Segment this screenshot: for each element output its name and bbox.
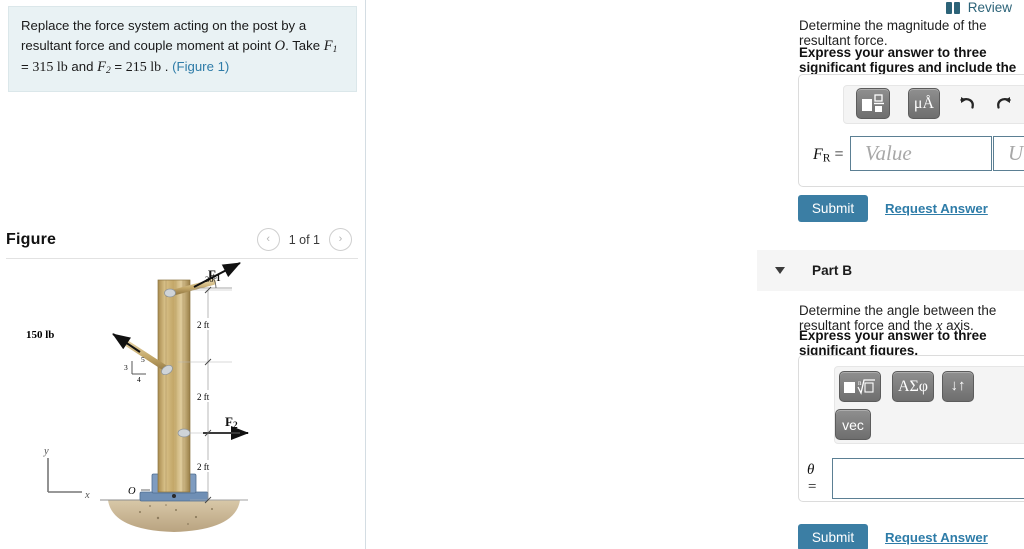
prompt-f1-symbol: F	[323, 37, 333, 54]
prompt-line-2-pre: resultant force and couple moment at poi…	[21, 37, 275, 53]
part-a-lhs-label: FR =	[813, 146, 844, 165]
part-a-units-input[interactable]: Units	[993, 136, 1024, 171]
prompt-line-2-mid: . Take	[285, 37, 324, 53]
problem-page: Replace the force system acting on the p…	[0, 0, 1024, 549]
figure-1-link[interactable]: (Figure 1)	[172, 59, 229, 74]
answer-panel: Review Determine the magnitude of the re…	[366, 0, 1024, 549]
part-b-submit-button[interactable]: Submit	[798, 524, 868, 549]
units-button[interactable]: μÅ	[908, 88, 940, 119]
f2-force-label: F2	[225, 414, 238, 432]
prompt-f2-value: 215 lb	[125, 60, 162, 76]
dimension-2ft-mid: 2 ft	[197, 392, 210, 402]
figure-header: Figure ‹ 1 of 1 ›	[0, 228, 366, 251]
part-a-value-input[interactable]: Value	[850, 136, 992, 171]
vec-button-label: vec	[842, 416, 864, 433]
dimension-2ft-top: 2 ft	[197, 320, 210, 330]
slope-5: 5	[141, 355, 145, 364]
review-label: Review	[967, 0, 1012, 15]
chevron-down-icon[interactable]	[775, 267, 785, 274]
prompt-point-o: O	[274, 37, 286, 54]
greek-button-label: ΑΣφ	[897, 377, 929, 395]
vector-button[interactable]: vec	[835, 409, 871, 440]
figure-divider	[6, 258, 358, 259]
part-a-question: Determine the magnitude of the resultant…	[799, 18, 987, 48]
figure-image: 30° 3 4 5 150 lb 2 ft 2 ft 2 ft O y x F1…	[0, 262, 366, 549]
greek-symbols-button[interactable]: ΑΣφ	[892, 371, 934, 402]
theta-symbol: θ	[807, 462, 815, 478]
origin-label: O	[128, 486, 136, 497]
arrows-button-label: ↓↑	[950, 378, 966, 394]
prompt-f1-value: 315 lb	[32, 60, 68, 76]
slope-3: 3	[124, 363, 128, 372]
svg-text:n: n	[858, 379, 862, 387]
part-b-request-answer-link[interactable]: Request Answer	[885, 530, 988, 545]
figure-counter: 1 of 1	[288, 232, 320, 247]
part-a-submit-button[interactable]: Submit	[798, 195, 868, 222]
axis-y-label: y	[43, 446, 49, 457]
dimension-2ft-bottom: 2 ft	[197, 462, 210, 472]
slope-4: 4	[137, 375, 141, 384]
units-button-label: μÅ	[913, 94, 935, 112]
theta-equals: =	[807, 479, 818, 496]
figure-title: Figure	[6, 230, 57, 248]
redo-icon[interactable]	[994, 92, 1014, 112]
prompt-equals-2: =	[110, 59, 126, 75]
math-template-button-b[interactable]: n	[839, 371, 881, 402]
template-icon	[861, 94, 884, 112]
figure-panel: Replace the force system acting on the p…	[0, 0, 366, 549]
part-b-instruction: Express your answer to three significant…	[799, 328, 987, 358]
part-b-answer-input[interactable]	[832, 458, 1024, 499]
next-figure-button[interactable]: ›	[329, 228, 352, 251]
force-150-label: 150 lb	[26, 329, 54, 341]
part-b-header[interactable]: Part B	[757, 250, 1024, 291]
arrows-button[interactable]: ↓↑	[942, 371, 974, 402]
undo-icon[interactable]	[956, 92, 976, 112]
prompt-line-1: Replace the force system acting on the p…	[21, 18, 307, 33]
book-icon	[945, 1, 961, 14]
radical-template-icon: n	[844, 379, 875, 395]
previous-figure-button[interactable]: ‹	[256, 228, 280, 251]
part-a-request-answer-link[interactable]: Request Answer	[885, 201, 988, 216]
theta-label: θ =	[807, 462, 817, 497]
prompt-equals-1: =	[21, 59, 33, 75]
part-b-label: Part B	[812, 263, 853, 278]
problem-statement: Replace the force system acting on the p…	[8, 6, 357, 92]
prompt-and: and	[67, 59, 98, 75]
post-force-diagram: 30° 3 4 5 150 lb 2 ft 2 ft 2 ft O y x	[26, 262, 249, 532]
soil-mound	[108, 500, 240, 532]
prompt-f1-subscript: 1	[332, 44, 338, 55]
figure-navigation: ‹ 1 of 1 ›	[256, 228, 352, 251]
axis-x-label: x	[84, 490, 90, 501]
review-link[interactable]: Review	[945, 0, 1012, 15]
f1-force-label: F1	[208, 267, 221, 285]
prompt-period: .	[161, 59, 173, 75]
prompt-f2-symbol: F	[97, 59, 106, 76]
math-template-button[interactable]	[856, 88, 890, 119]
